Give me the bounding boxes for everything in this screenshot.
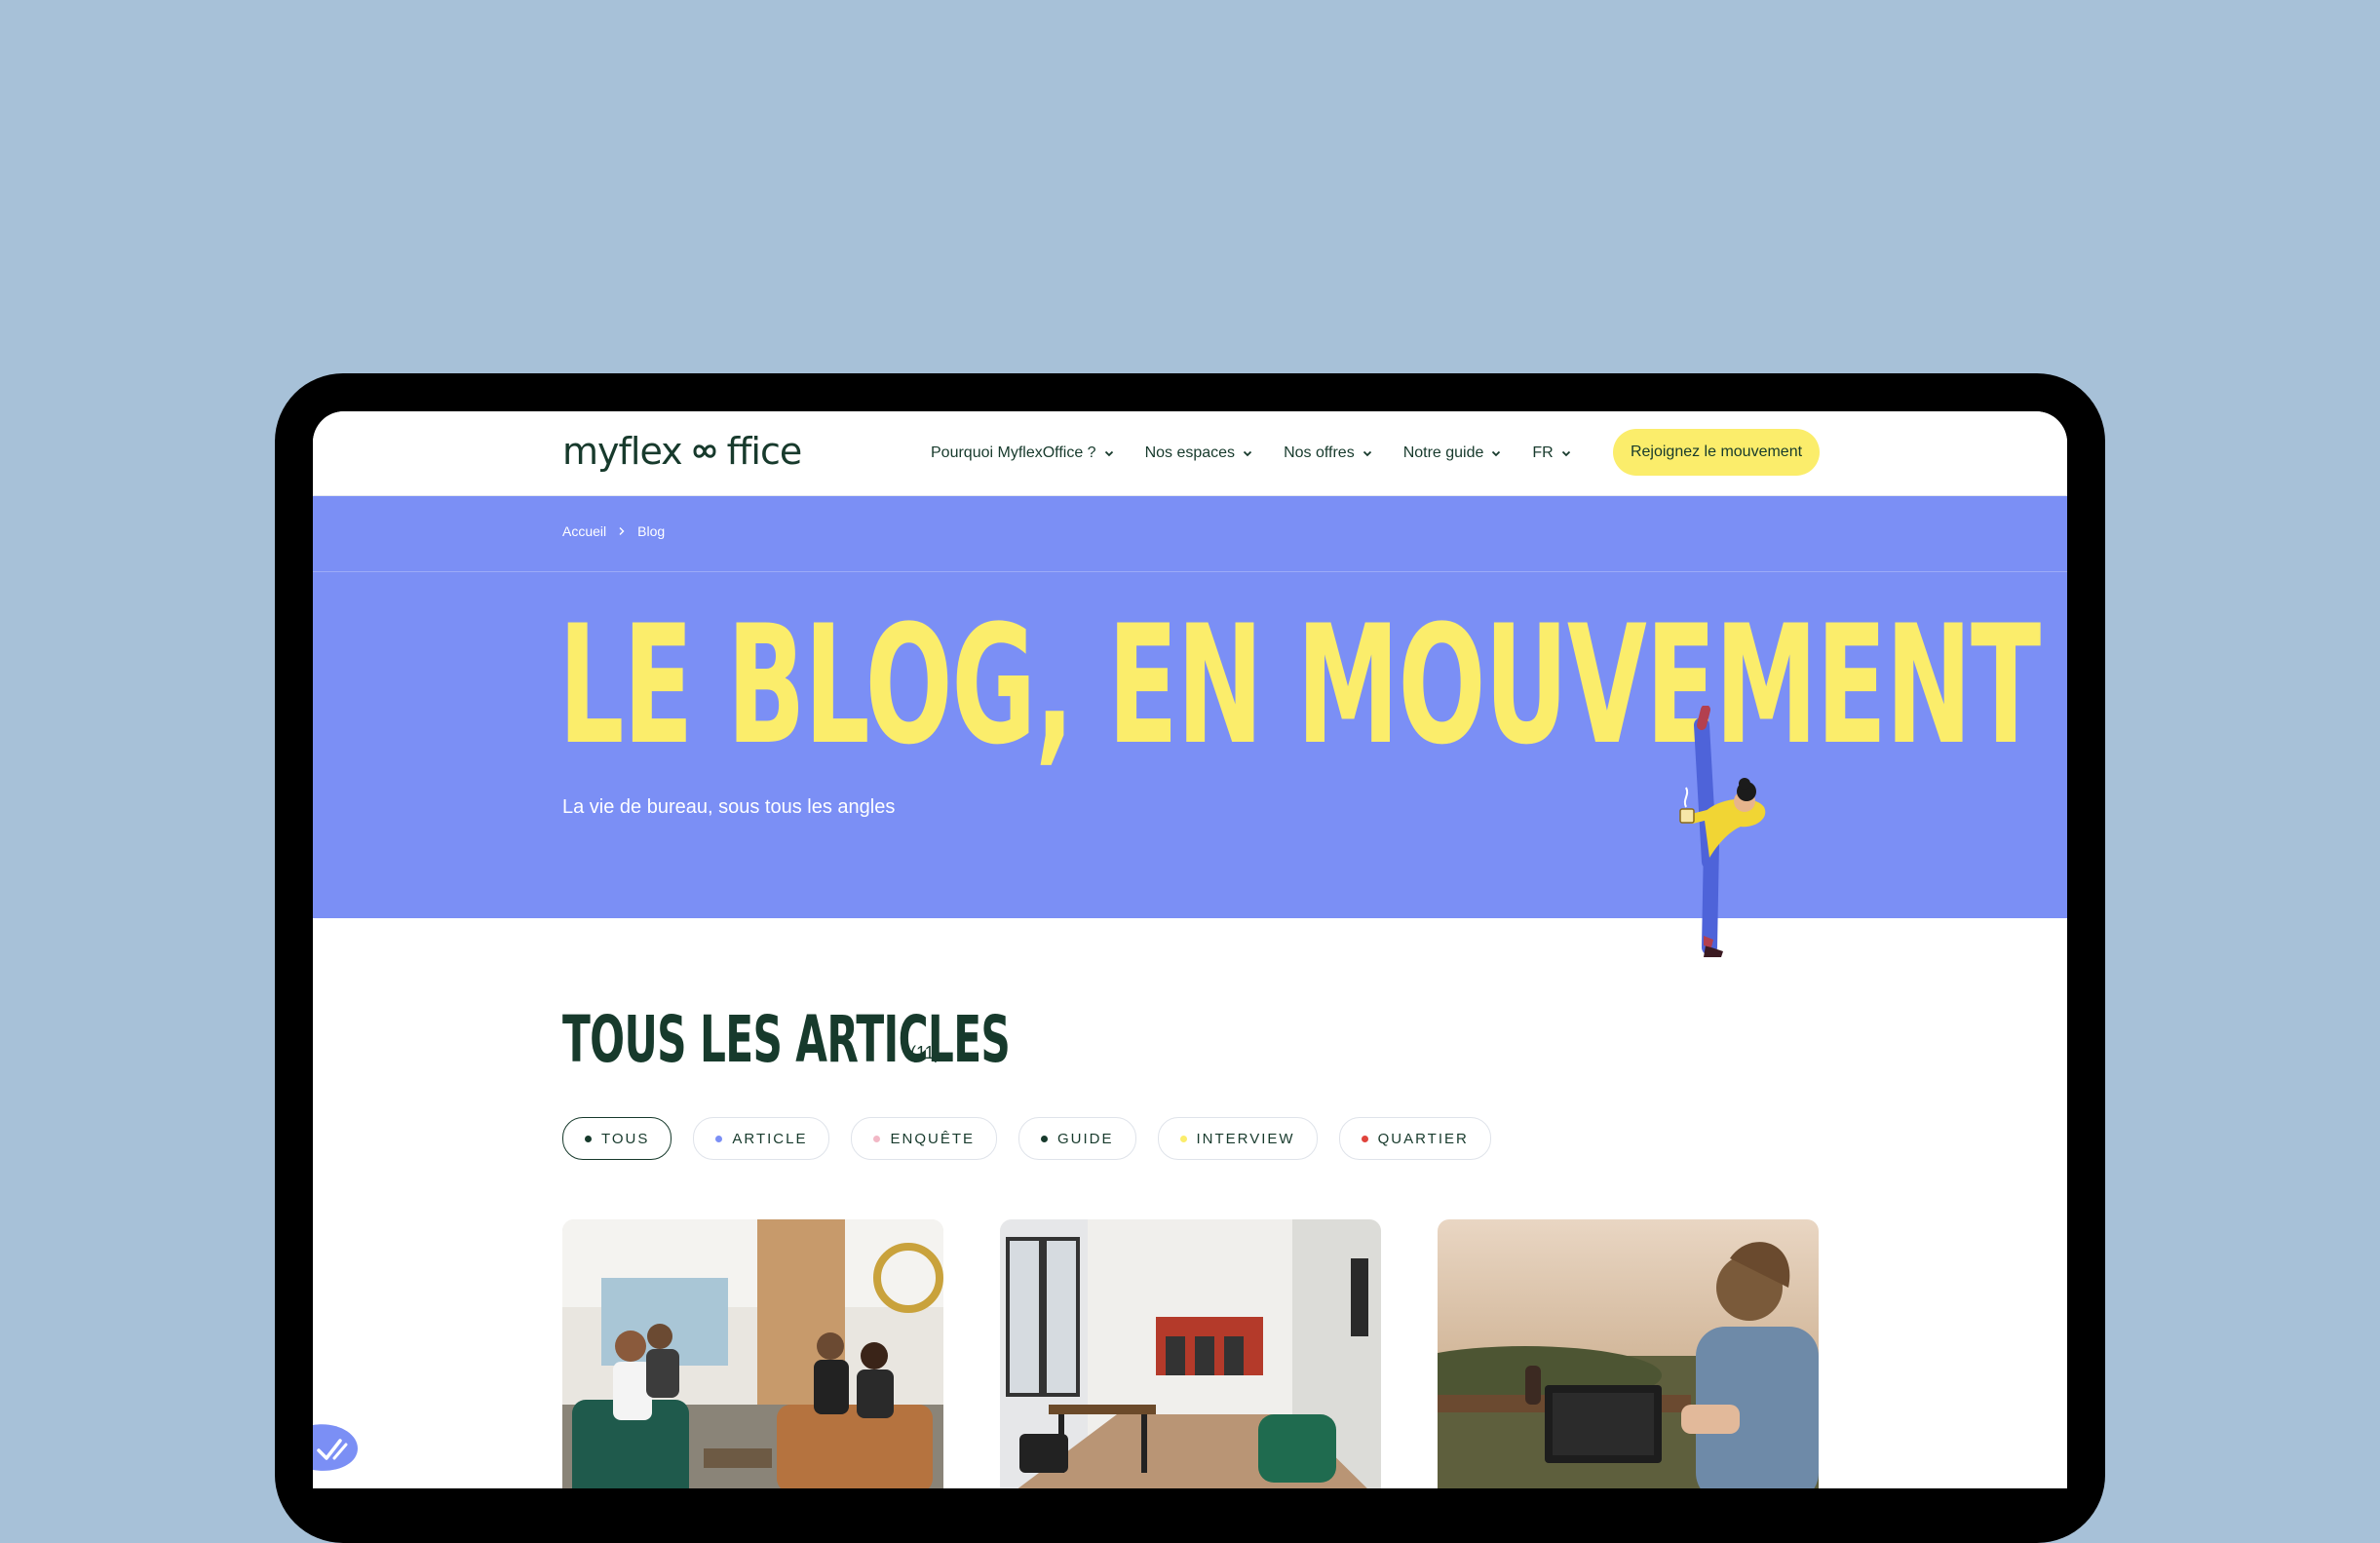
filter-label: GUIDE [1057, 1130, 1114, 1147]
filter-quartier[interactable]: QUARTIER [1338, 1117, 1491, 1160]
category-dot [873, 1135, 881, 1142]
chevron-down-icon [1561, 450, 1570, 457]
filter-guide[interactable]: GUIDE [1018, 1117, 1136, 1160]
nav-item-espaces[interactable]: Nos espaces [1145, 444, 1253, 462]
language-label: FR [1532, 444, 1554, 461]
chevron-down-icon [1104, 450, 1113, 457]
nav-item-label: Nos offres [1284, 444, 1355, 461]
main-nav: Pourquoi MyflexOffice ? Nos espaces Nos … [931, 437, 1571, 470]
filter-label: ARTICLE [732, 1130, 808, 1147]
join-movement-button[interactable]: Rejoignez le mouvement [1613, 429, 1820, 476]
office-space-photo [1000, 1219, 1381, 1488]
page-subtitle: La vie de bureau, sous tous les angles [562, 796, 896, 818]
category-dot [585, 1135, 592, 1142]
hero-divider [313, 571, 2067, 572]
nav-item-label: Pourquoi MyflexOffice ? [931, 444, 1096, 461]
remote-work-photo [1438, 1219, 1819, 1488]
logo-text-my: myflex [562, 430, 683, 473]
nav-item-offres[interactable]: Nos offres [1284, 444, 1372, 462]
breadcrumb-home-link[interactable]: Accueil [562, 523, 606, 539]
page-title: LE BLOG, EN MOUVEMENT [558, 590, 2041, 781]
filter-label: ENQUÊTE [890, 1130, 975, 1147]
filter-label: INTERVIEW [1196, 1130, 1295, 1147]
breadcrumb-current: Blog [637, 523, 666, 539]
category-dot [715, 1135, 723, 1142]
nav-item-label: Nos espaces [1144, 444, 1236, 461]
infinity-icon [693, 444, 716, 458]
section-title: TOUS LES ARTICLES [562, 1002, 1011, 1077]
filter-label: TOUS [601, 1130, 650, 1147]
kicking-woman-illustration [1679, 706, 1766, 957]
check-badge-icon[interactable] [313, 1419, 360, 1474]
brand-logo[interactable]: myflexoffice myflex ffice [562, 429, 803, 474]
category-dot [1179, 1135, 1187, 1142]
chevron-right-icon [619, 527, 625, 535]
language-selector[interactable]: FR [1532, 444, 1570, 462]
hero-banner: Accueil Blog LE BLOG, EN MOUVEMENT La vi… [313, 496, 2067, 918]
nav-item-guide[interactable]: Notre guide [1403, 444, 1502, 462]
category-dot [1041, 1135, 1048, 1142]
browser-viewport: myflexoffice myflex ffice Pourquoi Myfle… [313, 411, 2067, 1488]
filter-enquete[interactable]: ENQUÊTE [851, 1117, 997, 1160]
filter-article[interactable]: ARTICLE [693, 1117, 830, 1160]
logo-text-office: ffice [726, 430, 803, 473]
article-card-image[interactable] [1438, 1219, 1819, 1488]
nav-item-label: Notre guide [1402, 444, 1484, 461]
category-dot [1361, 1135, 1368, 1142]
articles-count: (11) [910, 1043, 940, 1062]
team-lounge-photo [562, 1219, 943, 1488]
nav-item-pourquoi[interactable]: Pourquoi MyflexOffice ? [931, 444, 1114, 462]
filter-tous[interactable]: TOUS [562, 1117, 672, 1160]
breadcrumb: Accueil Blog [562, 523, 665, 539]
chevron-down-icon [1492, 450, 1501, 457]
chevron-down-icon [1243, 450, 1252, 457]
chevron-down-icon [1363, 450, 1371, 457]
site-header: myflexoffice myflex ffice Pourquoi Myfle… [313, 411, 2067, 496]
article-card-image[interactable] [1000, 1219, 1381, 1488]
filter-interview[interactable]: INTERVIEW [1157, 1117, 1318, 1160]
filter-label: QUARTIER [1377, 1130, 1469, 1147]
article-card-image[interactable] [562, 1219, 943, 1488]
category-filters: TOUS ARTICLE ENQUÊTE GUIDE INTERVIEW QUA… [562, 1117, 1491, 1160]
